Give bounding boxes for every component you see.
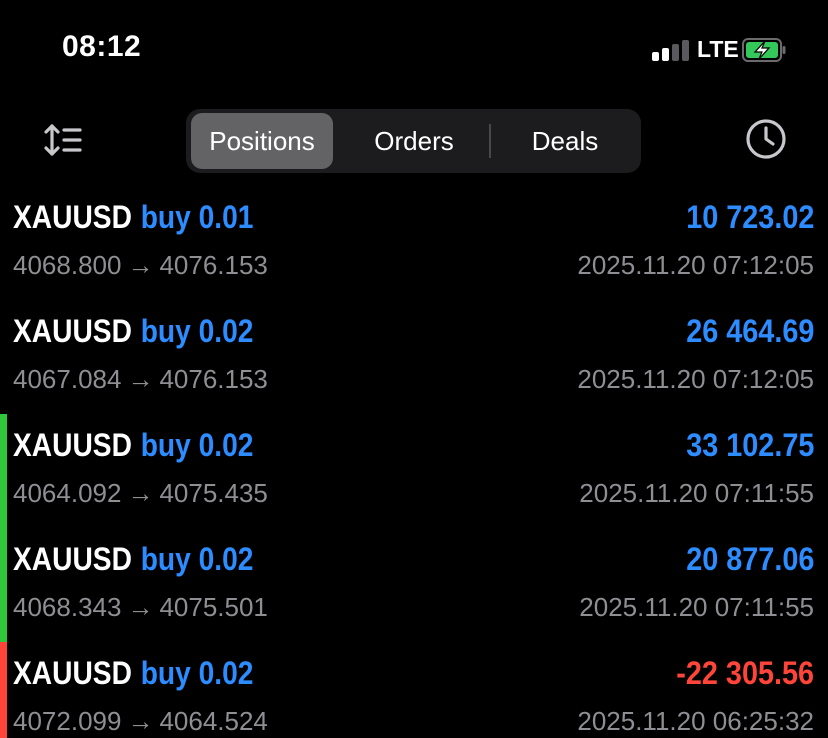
clock-icon[interactable]: [744, 117, 788, 161]
battery-charging-icon: [742, 38, 786, 62]
position-symbol: XAUUSD: [13, 427, 132, 463]
open-price: 4072.099: [13, 706, 122, 736]
status-bar: 08:12 LTE: [0, 0, 828, 100]
position-row[interactable]: XAUUSD buy 0.02 4068.343 → 4075.501 20 877.…: [0, 528, 828, 642]
position-side: buy: [140, 313, 191, 349]
right-arrow-icon: →: [127, 364, 154, 394]
position-volume: 0.02: [198, 541, 254, 577]
current-price: 4076.153: [159, 250, 268, 280]
position-time: 2025.11.20 07:11:55: [579, 592, 814, 622]
position-row[interactable]: XAUUSD buy 0.02 4067.084 → 4076.153 26 464.…: [0, 300, 828, 414]
position-symbol: XAUUSD: [13, 541, 132, 577]
status-time: 08:12: [62, 30, 142, 63]
position-volume: 0.01: [198, 199, 254, 235]
current-price: 4075.435: [159, 478, 268, 508]
right-arrow-icon: →: [127, 250, 154, 280]
open-price: 4064.092: [13, 478, 122, 508]
position-profit: 26 464.69: [685, 313, 814, 349]
position-time: 2025.11.20 07:11:55: [579, 478, 814, 508]
current-price: 4076.153: [159, 364, 268, 394]
row-indicator: [0, 528, 7, 642]
position-profit: -22 305.56: [676, 655, 814, 691]
position-side: buy: [140, 427, 191, 463]
position-profit: 33 102.75: [685, 427, 814, 463]
row-indicator: [0, 642, 7, 738]
open-price: 4068.800: [13, 250, 122, 280]
position-volume: 0.02: [198, 655, 254, 691]
position-time: 2025.11.20 07:12:05: [577, 364, 814, 394]
position-symbol: XAUUSD: [13, 313, 132, 349]
sort-icon[interactable]: [42, 118, 86, 162]
tab-positions[interactable]: Positions: [191, 113, 333, 169]
network-type: LTE: [697, 36, 739, 62]
cellular-signal-icon: [652, 39, 690, 61]
position-row[interactable]: XAUUSD buy 0.01 4068.800 → 4076.153 10 723.…: [0, 186, 828, 300]
row-indicator: [0, 414, 7, 528]
tab-switcher: Positions Orders Deals: [186, 109, 641, 173]
positions-list: XAUUSD buy 0.01 4068.800 → 4076.153 10 723.…: [0, 186, 828, 738]
position-side: buy: [140, 541, 191, 577]
position-profit: 20 877.06: [685, 541, 814, 577]
position-row[interactable]: XAUUSD buy 0.02 4064.092 → 4075.435 33 102.…: [0, 414, 828, 528]
position-row[interactable]: XAUUSD buy 0.02 4072.099 → 4064.524 -22 305…: [0, 642, 828, 738]
row-indicator: [0, 300, 7, 414]
position-profit: 10 723.02: [685, 199, 814, 235]
current-price: 4075.501: [159, 592, 268, 622]
position-side: buy: [140, 199, 191, 235]
right-arrow-icon: →: [127, 592, 154, 622]
position-symbol: XAUUSD: [13, 655, 132, 691]
position-volume: 0.02: [198, 313, 254, 349]
position-volume: 0.02: [198, 427, 254, 463]
tab-orders[interactable]: Orders: [339, 113, 489, 169]
tab-divider: [489, 124, 491, 158]
open-price: 4067.084: [13, 364, 122, 394]
current-price: 4064.524: [159, 706, 268, 736]
position-time: 2025.11.20 06:25:32: [577, 706, 814, 736]
row-indicator: [0, 186, 7, 300]
right-arrow-icon: →: [127, 478, 154, 508]
right-arrow-icon: →: [127, 706, 154, 736]
position-symbol: XAUUSD: [13, 199, 132, 235]
tab-deals[interactable]: Deals: [491, 113, 639, 169]
position-time: 2025.11.20 07:12:05: [577, 250, 814, 280]
open-price: 4068.343: [13, 592, 122, 622]
position-side: buy: [140, 655, 191, 691]
